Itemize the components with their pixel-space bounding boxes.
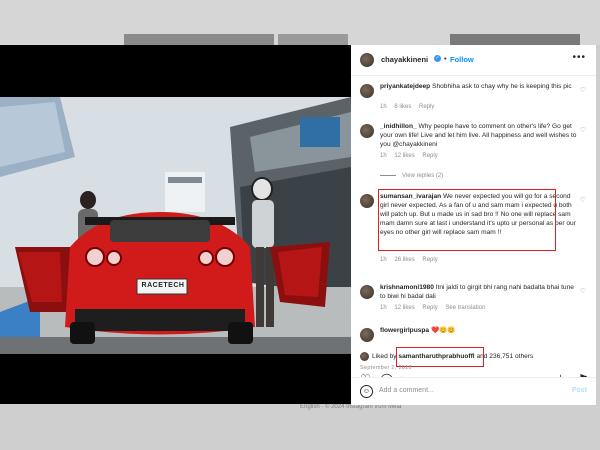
license-plate-text: RACETECH: [141, 282, 185, 289]
liked-by-prefix: Liked by: [372, 353, 397, 360]
background-page-top: [0, 0, 600, 45]
add-comment-input[interactable]: Add a comment...: [379, 387, 434, 394]
background-thumbnail: [450, 34, 580, 45]
background-thumbnail: [124, 34, 274, 45]
post-date: September 2, 2018: [360, 365, 412, 371]
liked-by-suffix[interactable]: and 236,751 others: [476, 353, 533, 360]
emoji-icon[interactable]: ☺: [360, 385, 373, 398]
car-photo-illustration: [0, 97, 351, 354]
post-photo: RACETECH: [0, 97, 351, 354]
red-highlight-box: [396, 347, 484, 367]
add-comment-bar: ☺ Add a comment... Post: [351, 377, 596, 405]
liker-avatar[interactable]: [360, 352, 369, 361]
background-thumbnail: [278, 34, 348, 45]
panel-bottom-overlay: Liked by samantharuthprabhuoffl and 236,…: [351, 45, 596, 405]
background-page-bottom: English · © 2024 Instagram from Meta: [0, 404, 600, 450]
post-comment-button[interactable]: Post: [572, 387, 587, 394]
post-media: RACETECH: [0, 45, 351, 404]
